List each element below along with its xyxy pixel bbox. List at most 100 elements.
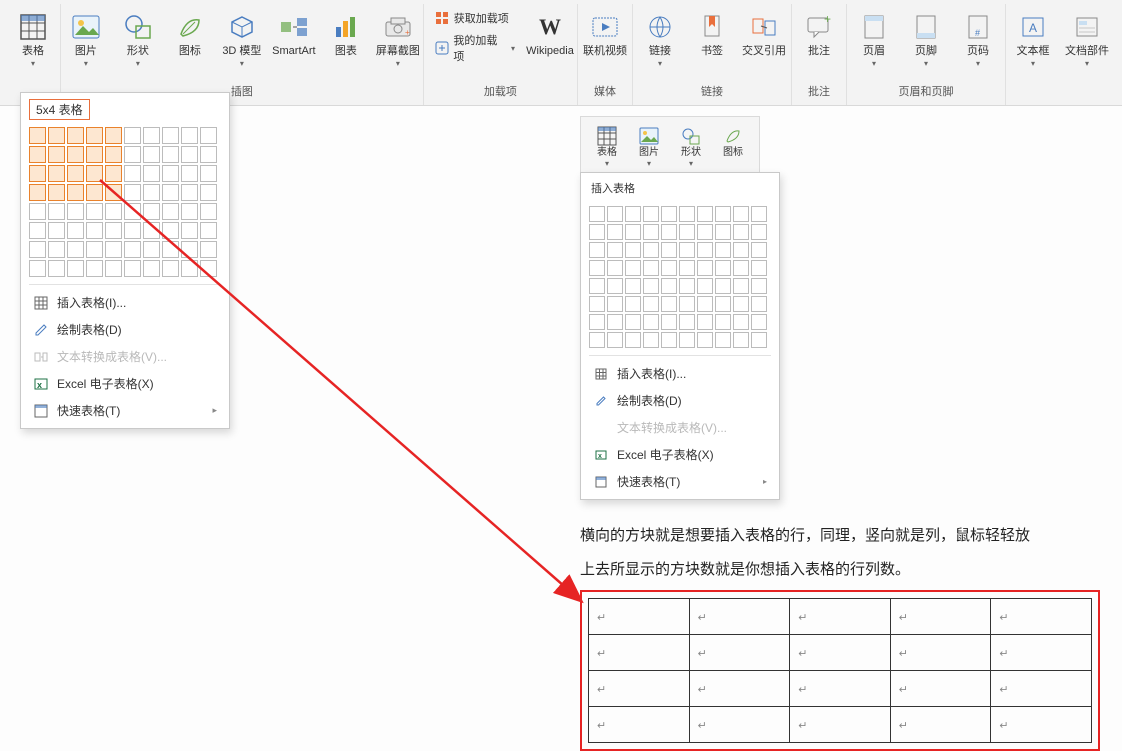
table-picker-cell[interactable]: [67, 260, 84, 277]
table-cell[interactable]: [589, 707, 690, 743]
header-button[interactable]: 页眉 ▾: [851, 6, 897, 76]
table-picker-cell[interactable]: [751, 296, 767, 312]
mini-menu-draw-table[interactable]: 绘制表格(D): [589, 387, 771, 414]
table-picker-cell[interactable]: [715, 314, 731, 330]
table-picker-cell[interactable]: [105, 241, 122, 258]
wikipedia-button[interactable]: W Wikipedia: [527, 6, 573, 76]
table-cell[interactable]: [890, 671, 991, 707]
mini-table-picker-grid[interactable]: [589, 206, 771, 349]
table-picker-cell[interactable]: [124, 222, 141, 239]
menu-insert-table[interactable]: 插入表格(I)...: [29, 289, 221, 316]
table-picker-cell[interactable]: [86, 222, 103, 239]
table-picker-cell[interactable]: [48, 184, 65, 201]
shapes-button[interactable]: 形状 ▾: [115, 6, 161, 76]
table-cell[interactable]: [589, 671, 690, 707]
table-picker-cell[interactable]: [661, 224, 677, 240]
table-picker-cell[interactable]: [661, 332, 677, 348]
table-picker-cell[interactable]: [589, 314, 605, 330]
table-cell[interactable]: [689, 671, 790, 707]
table-picker-cell[interactable]: [607, 206, 623, 222]
table-picker-cell[interactable]: [625, 332, 641, 348]
table-picker-cell[interactable]: [607, 296, 623, 312]
chart-button[interactable]: 图表: [323, 6, 369, 76]
table-cell[interactable]: [790, 599, 891, 635]
table-picker-cell[interactable]: [697, 206, 713, 222]
table-picker-cell[interactable]: [679, 224, 695, 240]
table-picker-cell[interactable]: [124, 165, 141, 182]
table-picker-cell[interactable]: [661, 296, 677, 312]
textbox-button[interactable]: A 文本框 ▾: [1010, 6, 1056, 76]
table-picker-cell[interactable]: [67, 222, 84, 239]
table-picker-cell[interactable]: [733, 206, 749, 222]
table-picker-cell[interactable]: [105, 165, 122, 182]
smartart-button[interactable]: SmartArt: [271, 6, 317, 76]
table-picker-cell[interactable]: [697, 260, 713, 276]
table-picker-cell[interactable]: [143, 203, 160, 220]
table-picker-cell[interactable]: [733, 224, 749, 240]
table-picker-cell[interactable]: [162, 241, 179, 258]
table-picker-cell[interactable]: [679, 206, 695, 222]
table-picker-cell[interactable]: [625, 260, 641, 276]
table-picker-cell[interactable]: [589, 332, 605, 348]
table-picker-cell[interactable]: [200, 127, 217, 144]
model3d-button[interactable]: 3D 模型 ▾: [219, 6, 265, 76]
table-picker-cell[interactable]: [200, 203, 217, 220]
table-cell[interactable]: [890, 599, 991, 635]
table-picker-cell[interactable]: [105, 184, 122, 201]
table-picker-cell[interactable]: [48, 165, 65, 182]
table-picker-cell[interactable]: [715, 224, 731, 240]
table-picker-cell[interactable]: [589, 296, 605, 312]
table-picker-cell[interactable]: [67, 203, 84, 220]
table-picker-cell[interactable]: [643, 242, 659, 258]
table-picker-cell[interactable]: [715, 296, 731, 312]
table-picker-cell[interactable]: [643, 314, 659, 330]
table-picker-cell[interactable]: [29, 127, 46, 144]
table-picker-cell[interactable]: [143, 127, 160, 144]
table-picker-cell[interactable]: [751, 242, 767, 258]
table-picker-cell[interactable]: [625, 314, 641, 330]
table-picker-cell[interactable]: [733, 260, 749, 276]
table-picker-cell[interactable]: [143, 165, 160, 182]
table-picker-cell[interactable]: [589, 278, 605, 294]
table-picker-cell[interactable]: [86, 146, 103, 163]
menu-draw-table[interactable]: 绘制表格(D): [29, 316, 221, 343]
table-picker-cell[interactable]: [162, 184, 179, 201]
footer-button[interactable]: 页脚 ▾: [903, 6, 949, 76]
table-picker-cell[interactable]: [162, 127, 179, 144]
table-picker-cell[interactable]: [643, 296, 659, 312]
mini-menu-insert-table[interactable]: 插入表格(I)...: [589, 360, 771, 387]
table-picker-cell[interactable]: [143, 241, 160, 258]
mini-shapes-button[interactable]: 形状 ▾: [673, 123, 709, 170]
table-picker-cell[interactable]: [589, 224, 605, 240]
table-cell[interactable]: [890, 635, 991, 671]
table-picker-cell[interactable]: [105, 222, 122, 239]
table-picker-cell[interactable]: [697, 242, 713, 258]
table-cell[interactable]: [589, 599, 690, 635]
table-cell[interactable]: [689, 635, 790, 671]
table-picker-cell[interactable]: [715, 260, 731, 276]
table-picker-cell[interactable]: [86, 165, 103, 182]
table-picker-cell[interactable]: [48, 241, 65, 258]
picture-button[interactable]: 图片 ▾: [63, 6, 109, 76]
table-picker-cell[interactable]: [625, 242, 641, 258]
table-picker-cell[interactable]: [679, 260, 695, 276]
mini-menu-quick-table[interactable]: 快速表格(T) ▸: [589, 468, 771, 495]
table-picker-cell[interactable]: [697, 224, 713, 240]
table-picker-cell[interactable]: [48, 127, 65, 144]
table-picker-cell[interactable]: [607, 224, 623, 240]
pagenum-button[interactable]: # 页码 ▾: [955, 6, 1001, 76]
table-picker-cell[interactable]: [181, 203, 198, 220]
table-picker-cell[interactable]: [200, 184, 217, 201]
result-table[interactable]: [588, 598, 1092, 743]
table-picker-cell[interactable]: [589, 206, 605, 222]
bookmark-button[interactable]: 书签: [689, 6, 735, 76]
table-cell[interactable]: [790, 671, 891, 707]
table-picker-cell[interactable]: [661, 206, 677, 222]
table-picker-cell[interactable]: [105, 127, 122, 144]
table-picker-cell[interactable]: [751, 278, 767, 294]
table-picker-cell[interactable]: [143, 146, 160, 163]
table-picker-cell[interactable]: [86, 203, 103, 220]
table-picker-cell[interactable]: [200, 260, 217, 277]
table-picker-cell[interactable]: [589, 260, 605, 276]
table-picker-cell[interactable]: [715, 206, 731, 222]
